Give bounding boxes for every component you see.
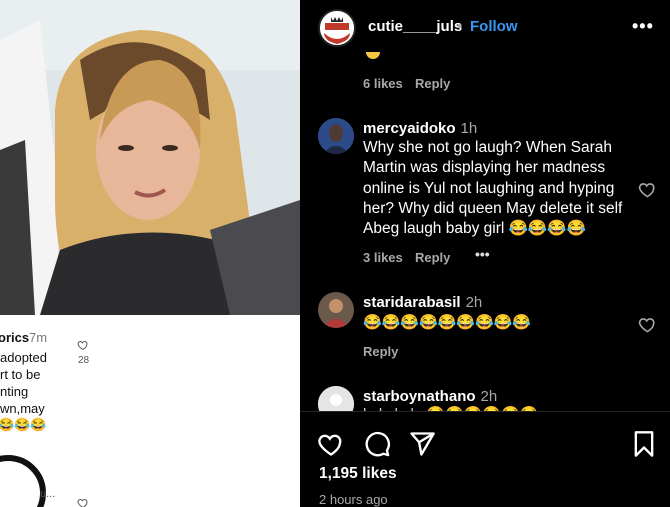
comment-time: 7m [29,330,48,345]
comment-username[interactable]: mercyaidoko 1h [363,120,477,137]
bookmark-icon[interactable] [630,430,658,458]
heart-icon[interactable] [77,497,89,507]
heart-icon[interactable] [77,339,89,351]
comment-line: adopted [0,350,47,365]
comment-time: 1h [460,120,478,137]
comment-time: 2h [465,294,483,311]
comment-username-fragment[interactable]: orics [0,330,29,345]
heart-icon[interactable] [638,315,657,334]
comment-line: wn,may [0,401,45,416]
reply-button[interactable]: Reply [415,76,450,91]
comment-line: nting [0,384,29,399]
emoji-sliver [366,52,380,59]
header-username[interactable]: cutie____juls [368,18,462,35]
share-icon[interactable] [408,430,436,458]
embedded-comment-panel: orics 7m adopted rt to be nting wn,may 😂… [0,315,300,507]
comment-text: Why she not go laugh? When Sarah Martin … [363,139,623,238]
comments-panel: cutie____juls • Follow ••• 6 likes Reply… [300,0,670,507]
heart-icon[interactable] [317,430,345,458]
comment-emoji-row: 😂😂😂😂😂😂😂😂😂 [363,314,532,331]
comment-username-text[interactable]: starboynathano [363,388,476,405]
post-timestamp: 2 hours ago [319,492,388,507]
avatar[interactable] [318,292,354,328]
follow-button[interactable]: Follow [470,18,518,35]
left-content-area: orics 7m adopted rt to be nting wn,may 😂… [0,0,300,507]
avatar[interactable] [318,9,356,47]
profile-logo-icon [320,11,354,45]
comment-username-text[interactable]: mercyaidoko [363,120,456,137]
comment-time: 2h [480,388,498,405]
heart-icon[interactable] [638,180,657,199]
comment-likes[interactable]: 6 likes [363,76,403,91]
comment-username[interactable]: staridarabasil 2h [363,294,482,311]
truncated-username[interactable]: u... [40,488,55,500]
separator-dot: • [457,18,463,35]
reply-button[interactable]: Reply [415,250,450,265]
comment-emoji-line: 😂😂😂 [0,417,47,432]
post-photo [0,0,300,315]
more-options-icon[interactable]: ••• [632,16,654,37]
comment-likes[interactable]: 3 likes [363,250,403,265]
post-header: cutie____juls • Follow ••• [300,0,670,56]
like-count: 28 [78,355,90,366]
post-like-count[interactable]: 1,195 likes [319,465,397,483]
comment-username[interactable]: starboynathano 2h [363,388,497,405]
comment-more-icon[interactable]: ••• [475,246,490,262]
avatar-image [318,118,354,154]
avatar-image [318,292,354,328]
post-action-bar: 1,195 likes 2 hours ago [300,411,670,507]
reply-button[interactable]: Reply [363,344,398,359]
comment-line: rt to be [0,367,41,382]
comment-icon[interactable] [363,430,391,458]
comment-username-text[interactable]: staridarabasil [363,294,461,311]
avatar[interactable] [318,118,354,154]
